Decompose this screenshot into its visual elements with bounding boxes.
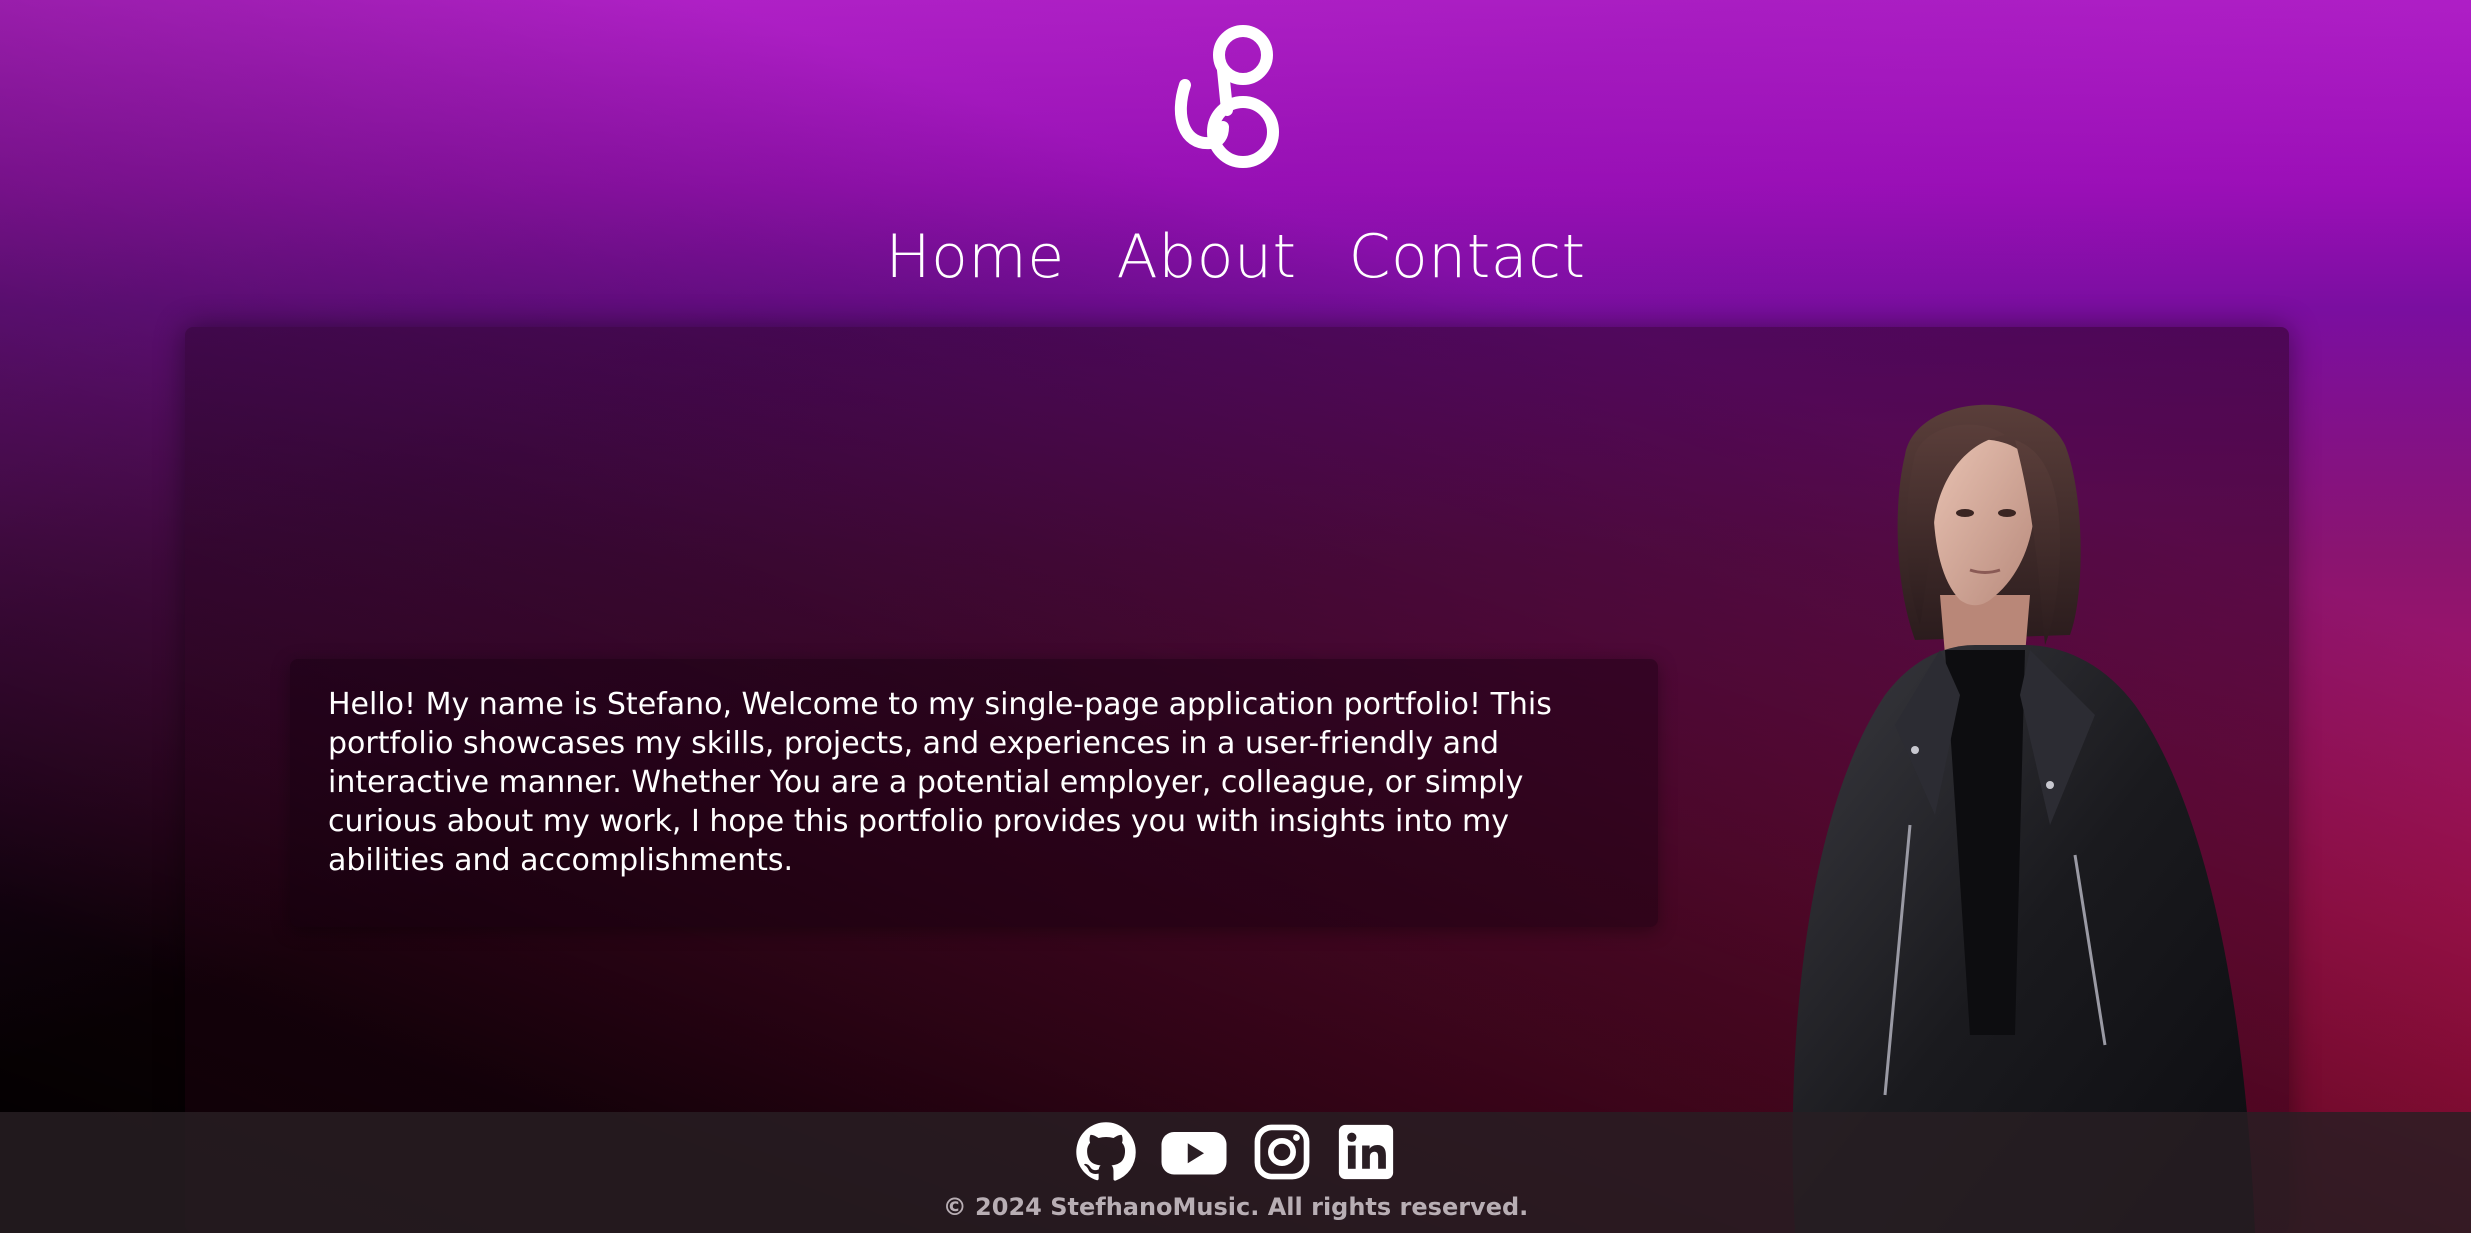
main-nav: Home About Contact bbox=[0, 222, 2471, 292]
nav-home-link[interactable]: Home bbox=[885, 222, 1064, 292]
nav-contact-link[interactable]: Contact bbox=[1349, 222, 1586, 292]
social-links bbox=[0, 1121, 2471, 1183]
youtube-link[interactable] bbox=[1159, 1121, 1229, 1183]
linkedin-icon bbox=[1338, 1124, 1393, 1180]
youtube-icon bbox=[1161, 1132, 1226, 1175]
nav-about-link[interactable]: About bbox=[1117, 222, 1297, 292]
brand-monogram-icon[interactable] bbox=[1165, 15, 1290, 175]
linkedin-link[interactable] bbox=[1335, 1121, 1397, 1183]
intro-card: Hello! My name is Stefano, Welcome to my… bbox=[290, 659, 1658, 927]
intro-text: Hello! My name is Stefano, Welcome to my… bbox=[328, 687, 1552, 878]
github-icon bbox=[1075, 1122, 1136, 1181]
copyright-text: © 2024 StefhanoMusic. All rights reserve… bbox=[942, 1193, 1529, 1221]
instagram-link[interactable] bbox=[1251, 1121, 1313, 1183]
github-link[interactable] bbox=[1075, 1121, 1137, 1183]
portrait-photo bbox=[1792, 404, 2255, 1233]
instagram-icon bbox=[1254, 1124, 1309, 1180]
